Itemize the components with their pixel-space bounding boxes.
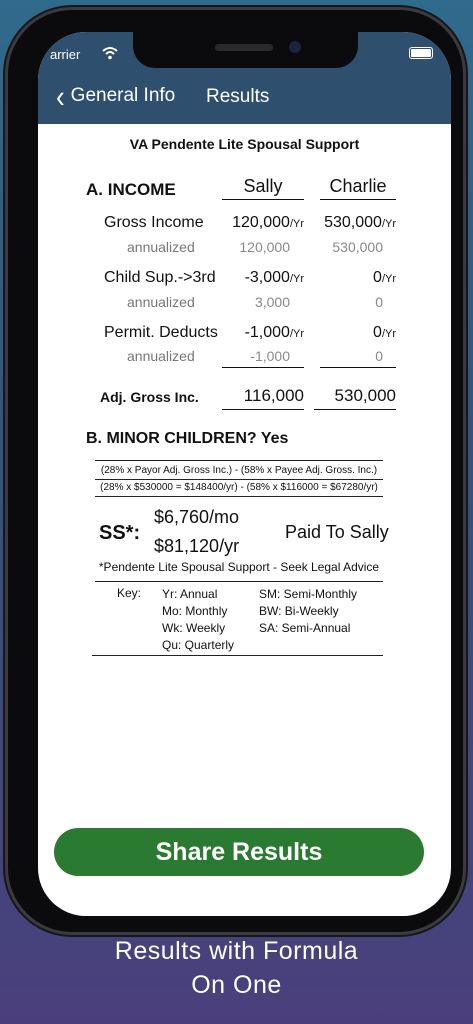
child-support-label: Child Sup.->3rd [104,269,216,286]
camera [289,41,301,53]
key-weekly: Wk: Weekly [162,621,226,635]
key-annual: Yr: Annual [162,587,218,601]
battery-icon [409,47,433,59]
paid-to-label: Paid To Sally [285,522,389,542]
key-semi-monthly: SM: Semi-Monthly [259,587,358,601]
permitted-deductions-charlie[interactable]: 0/Yr [308,324,396,342]
permitted-deductions-charlie-annualized: 0 [320,348,396,368]
navigation-bar: arrier ‹ General Info Results [38,32,451,124]
formula-line-1: (28% x Payor Adj. Gross Inc.) - (58% x P… [100,465,378,476]
formula-line-2: (28% x $530000 = $148400/yr) - (58% x $1… [100,482,378,493]
divider [92,655,383,656]
annualized-label: annualized [127,348,195,364]
chevron-left-icon: ‹ [56,78,65,114]
adj-gross-sally: 116,000 [222,386,304,410]
spousal-support-label: SS*: [99,522,141,544]
divider [95,581,383,582]
document-title: VA Pendente Lite Spousal Support [129,136,360,152]
wifi-icon [102,47,118,60]
gross-income-label: Gross Income [104,214,204,231]
minor-children-heading: B. MINOR CHILDREN? Yes [86,430,289,447]
notch [133,32,358,68]
child-support-sally-annualized: 3,000 [254,294,290,310]
gross-income-charlie[interactable]: 530,000/Yr [308,214,396,232]
caption-line-1: Results with Formula [114,937,359,965]
key-quarterly: Qu: Quarterly [162,638,235,652]
permitted-deductions-sally-annualized: -1,000 [222,348,304,368]
speaker [215,44,273,51]
key-bi-weekly: BW: Bi-Weekly [259,604,339,618]
key-semi-annual: SA: Semi-Annual [259,621,351,635]
income-heading: A. INCOME [86,180,176,199]
support-monthly: $6,760/mo [154,507,240,527]
back-label: General Info [70,85,176,106]
back-button[interactable]: ‹ General Info [56,78,176,114]
support-yearly: $81,120/yr [154,536,240,556]
annualized-label: annualized [127,294,195,310]
child-support-charlie[interactable]: 0/Yr [308,269,396,287]
caption-line-2: On One [191,971,282,999]
column-header-charlie: Charlie [320,176,396,200]
legal-advice-note: *Pendente Lite Spousal Support - Seek Le… [98,560,380,574]
permitted-deductions-sally[interactable]: -1,000/Yr [218,324,304,342]
key-monthly: Mo: Monthly [162,604,228,618]
gross-income-sally-annualized: 120,000 [239,239,290,255]
key-column-1: Yr: Annual Mo: Monthly Wk: Weekly Qu: Qu… [162,586,234,654]
child-support-charlie-annualized: 0 [375,294,383,310]
column-header-sally: Sally [222,176,304,200]
adj-gross-label: Adj. Gross Inc. [100,389,199,405]
key-column-2: SM: Semi-Monthly BW: Bi-Weekly SA: Semi-… [259,586,357,637]
child-support-sally[interactable]: -3,000/Yr [218,269,304,287]
phone-screen: arrier ‹ General Info Results VA Pendent… [38,32,451,916]
promo-caption: Results with Formula On One [0,934,473,1002]
gross-income-sally[interactable]: 120,000/Yr [218,214,304,232]
adj-gross-charlie: 530,000 [314,386,396,410]
divider [95,479,383,480]
permitted-deductions-label: Permit. Deducts [104,324,218,341]
divider [95,496,383,497]
divider [95,460,383,461]
share-results-button[interactable]: Share Results [54,828,424,876]
annualized-label: annualized [127,239,195,255]
gross-income-charlie-annualized: 530,000 [332,239,383,255]
page-title: Results [206,86,270,107]
phone-frame: arrier ‹ General Info Results VA Pendent… [8,10,463,932]
key-title: Key: [117,586,142,600]
carrier-label: arrier [50,47,81,62]
